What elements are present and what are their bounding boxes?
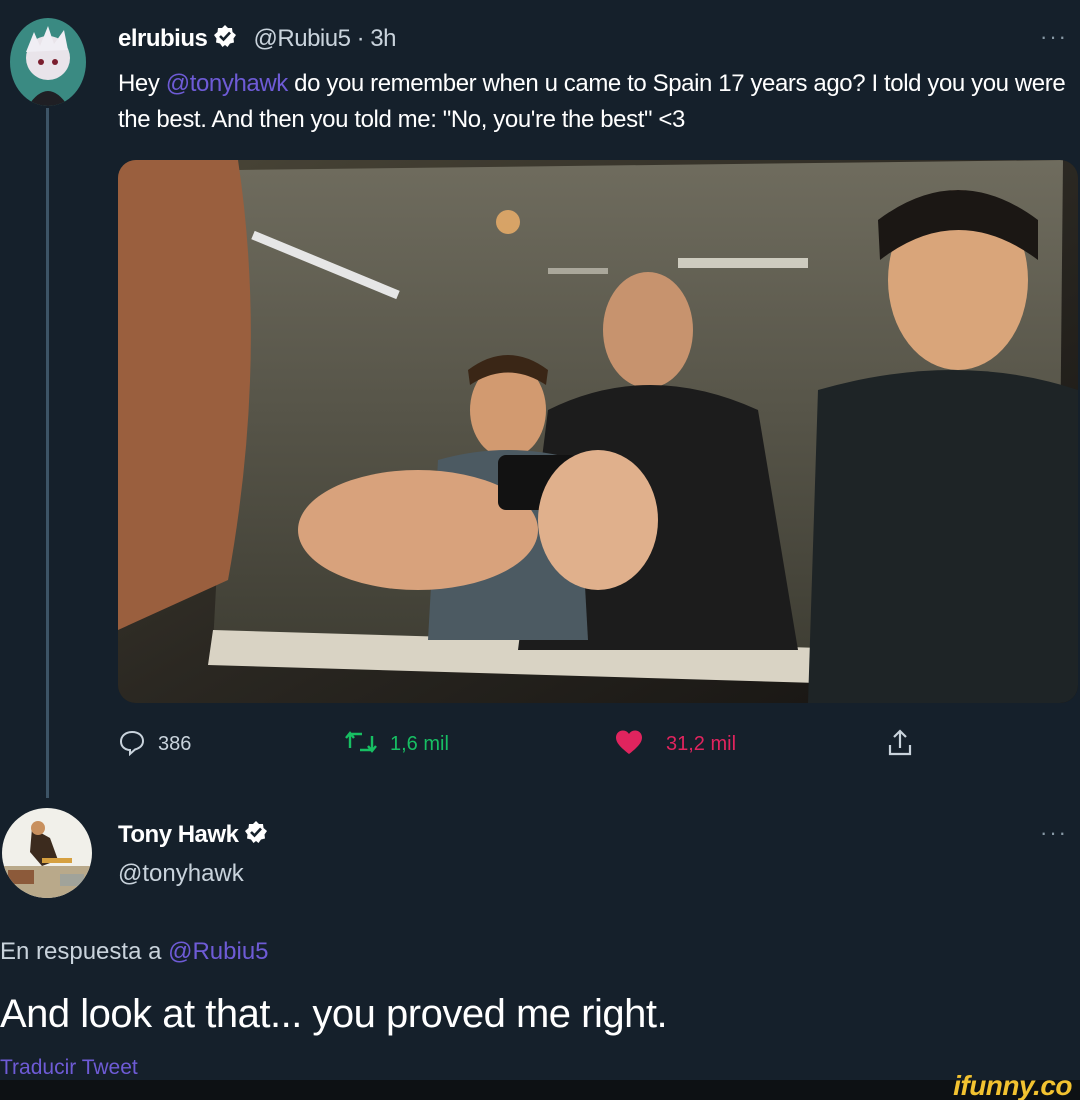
more-icon[interactable]: ···: [1040, 24, 1068, 50]
share-action[interactable]: [886, 728, 914, 763]
more-icon[interactable]: ···: [1040, 820, 1068, 846]
share-icon: [886, 728, 914, 763]
reply-icon: [118, 728, 146, 761]
twitter-thread-page: elrubius @Rubiu5 · 3h ··· Hey @tonyhawk …: [0, 0, 1080, 1100]
watermark-bar: [0, 1080, 1080, 1100]
reply-mention-link[interactable]: @Rubiu5: [168, 938, 268, 965]
tweet-text: Hey @tonyhawk do you remember when u cam…: [118, 66, 1078, 138]
tweet-photo[interactable]: [118, 160, 1078, 703]
retweet-icon: [344, 728, 378, 761]
author-name[interactable]: Tony Hawk: [118, 821, 239, 848]
retweet-count: 1,6 mil: [390, 733, 449, 755]
reply-count: 386: [158, 733, 192, 755]
tweet-text-start: Hey: [118, 70, 166, 97]
avatar-elrubius[interactable]: [10, 18, 86, 106]
author-line-tonyhawk: Tony Hawk: [118, 820, 268, 851]
like-count: 31,2 mil: [666, 733, 737, 755]
author-name[interactable]: elrubius: [118, 25, 208, 52]
translate-tweet-link[interactable]: Traducir Tweet: [0, 1056, 138, 1080]
retweet-action[interactable]: 1,6 mil: [344, 728, 449, 761]
mention-link[interactable]: @tonyhawk: [166, 70, 289, 97]
tweet-actions: 386 1,6 mil 31,2 mil: [118, 728, 1078, 764]
like-action[interactable]: 31,2 mil: [614, 728, 736, 761]
reply-context: En respuesta a @Rubiu5: [0, 938, 269, 966]
heart-icon: [614, 728, 644, 761]
verified-badge-icon: [244, 820, 268, 851]
avatar-tonyhawk[interactable]: [2, 808, 92, 898]
author-line-elrubius: elrubius @Rubiu5 · 3h: [118, 24, 396, 55]
thread-connector-line: [46, 108, 49, 798]
reply-tweet-text: And look at that... you proved me right.: [0, 992, 668, 1036]
ifunny-watermark: ifunny.co: [953, 1070, 1072, 1100]
reply-prefix: En respuesta a: [0, 938, 169, 965]
reply-action[interactable]: 386: [118, 728, 191, 761]
author-handle[interactable]: @tonyhawk: [118, 860, 244, 888]
handle-and-time[interactable]: @Rubiu5 · 3h: [254, 25, 397, 52]
verified-badge-icon: [213, 24, 237, 55]
